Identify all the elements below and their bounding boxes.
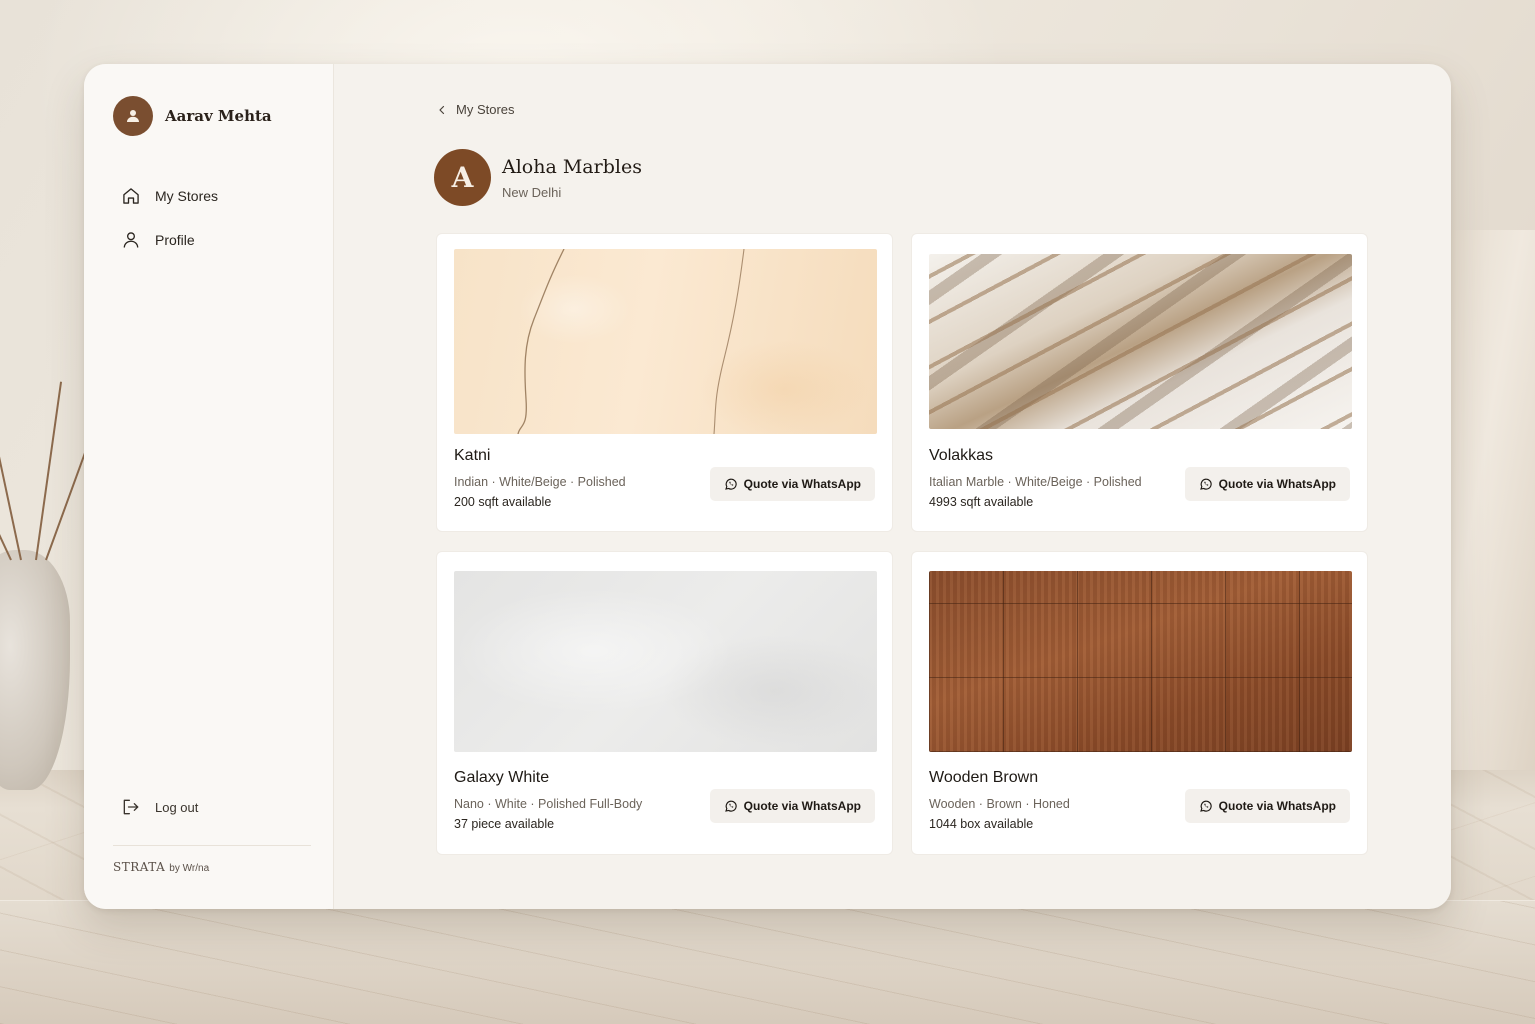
- whatsapp-icon: [1199, 478, 1212, 490]
- quote-whatsapp-button[interactable]: Quote via WhatsApp: [709, 467, 875, 501]
- chevron-left-icon: [439, 105, 445, 114]
- user-name: Aarav Mehta: [165, 107, 272, 125]
- avatar[interactable]: [113, 96, 153, 136]
- user-profile-header: Aarav Mehta: [113, 96, 305, 136]
- logout-label: Log out: [155, 799, 199, 815]
- user-icon: [123, 232, 139, 248]
- back-link-label: My Stores: [456, 102, 515, 117]
- user-avatar-icon: [127, 110, 139, 122]
- quote-whatsapp-button[interactable]: Quote via WhatsApp: [1184, 789, 1350, 823]
- product-card[interactable]: Galaxy White Nano · White · Polished Ful…: [436, 551, 893, 855]
- product-stock: 1044 box available: [929, 817, 1034, 831]
- background-marble-slab: [1450, 230, 1535, 790]
- quote-whatsapp-button[interactable]: Quote via WhatsApp: [1184, 467, 1350, 501]
- quote-button-label: Quote via WhatsApp: [1218, 477, 1336, 491]
- brand-footer: STRATA by Wr/na: [113, 860, 209, 874]
- logout-icon: [123, 799, 139, 815]
- main-content: My Stores A Aloha Marbles New Delhi Katn…: [334, 64, 1451, 909]
- product-card[interactable]: Wooden Brown Wooden · Brown · Honed 1044…: [911, 551, 1368, 855]
- app-window: Aarav Mehta My Stores Profile Log out ST…: [84, 64, 1451, 909]
- back-link[interactable]: My Stores: [436, 102, 515, 117]
- home-icon: [123, 188, 139, 204]
- sidebar: Aarav Mehta My Stores Profile Log out ST…: [84, 64, 334, 909]
- quote-whatsapp-button[interactable]: Quote via WhatsApp: [709, 789, 875, 823]
- brand-name: STRATA: [113, 860, 166, 874]
- product-image: [929, 571, 1352, 752]
- product-meta: Nano · White · Polished Full-Body: [454, 797, 643, 811]
- product-meta: Indian · White/Beige · Polished: [454, 475, 626, 489]
- whatsapp-icon: [1199, 800, 1212, 812]
- marble-veins: [517, 248, 745, 435]
- whatsapp-icon: [724, 800, 737, 812]
- product-name: Katni: [454, 447, 491, 464]
- product-name: Volakkas: [929, 447, 994, 464]
- store-info: Aloha Marbles New Delhi: [502, 156, 642, 200]
- logout-button[interactable]: Log out: [121, 797, 198, 817]
- store-city: New Delhi: [502, 184, 562, 200]
- product-name: Wooden Brown: [929, 769, 1039, 786]
- sidebar-item-label: Profile: [155, 232, 195, 248]
- product-meta: Italian Marble · White/Beige · Polished: [929, 475, 1142, 489]
- store-name: Aloha Marbles: [502, 155, 642, 178]
- product-card[interactable]: Katni Indian · White/Beige · Polished 20…: [436, 233, 893, 532]
- sidebar-nav: My Stores Profile: [113, 184, 305, 252]
- product-stock: 4993 sqft available: [929, 495, 1034, 509]
- sidebar-divider: [113, 845, 311, 846]
- store-header: A Aloha Marbles New Delhi: [434, 149, 642, 206]
- sidebar-item-label: My Stores: [155, 188, 219, 204]
- quote-button-label: Quote via WhatsApp: [743, 799, 861, 813]
- product-image: [929, 254, 1352, 429]
- product-meta: Wooden · Brown · Honed: [929, 797, 1070, 811]
- product-image: [454, 248, 877, 435]
- quote-button-label: Quote via WhatsApp: [1218, 799, 1336, 813]
- product-name: Galaxy White: [454, 769, 550, 786]
- brand-by: by Wr/na: [169, 863, 210, 874]
- product-stock: 200 sqft available: [454, 495, 552, 509]
- sidebar-item-profile[interactable]: Profile: [121, 228, 305, 252]
- store-logo: A: [434, 149, 491, 206]
- quote-button-label: Quote via WhatsApp: [743, 477, 861, 491]
- product-card[interactable]: Volakkas Italian Marble · White/Beige · …: [911, 233, 1368, 532]
- product-image: [454, 571, 877, 752]
- whatsapp-icon: [724, 478, 737, 490]
- sidebar-item-my-stores[interactable]: My Stores: [121, 184, 305, 208]
- background-counter-edge: [0, 900, 1535, 1024]
- product-stock: 37 piece available: [454, 817, 555, 831]
